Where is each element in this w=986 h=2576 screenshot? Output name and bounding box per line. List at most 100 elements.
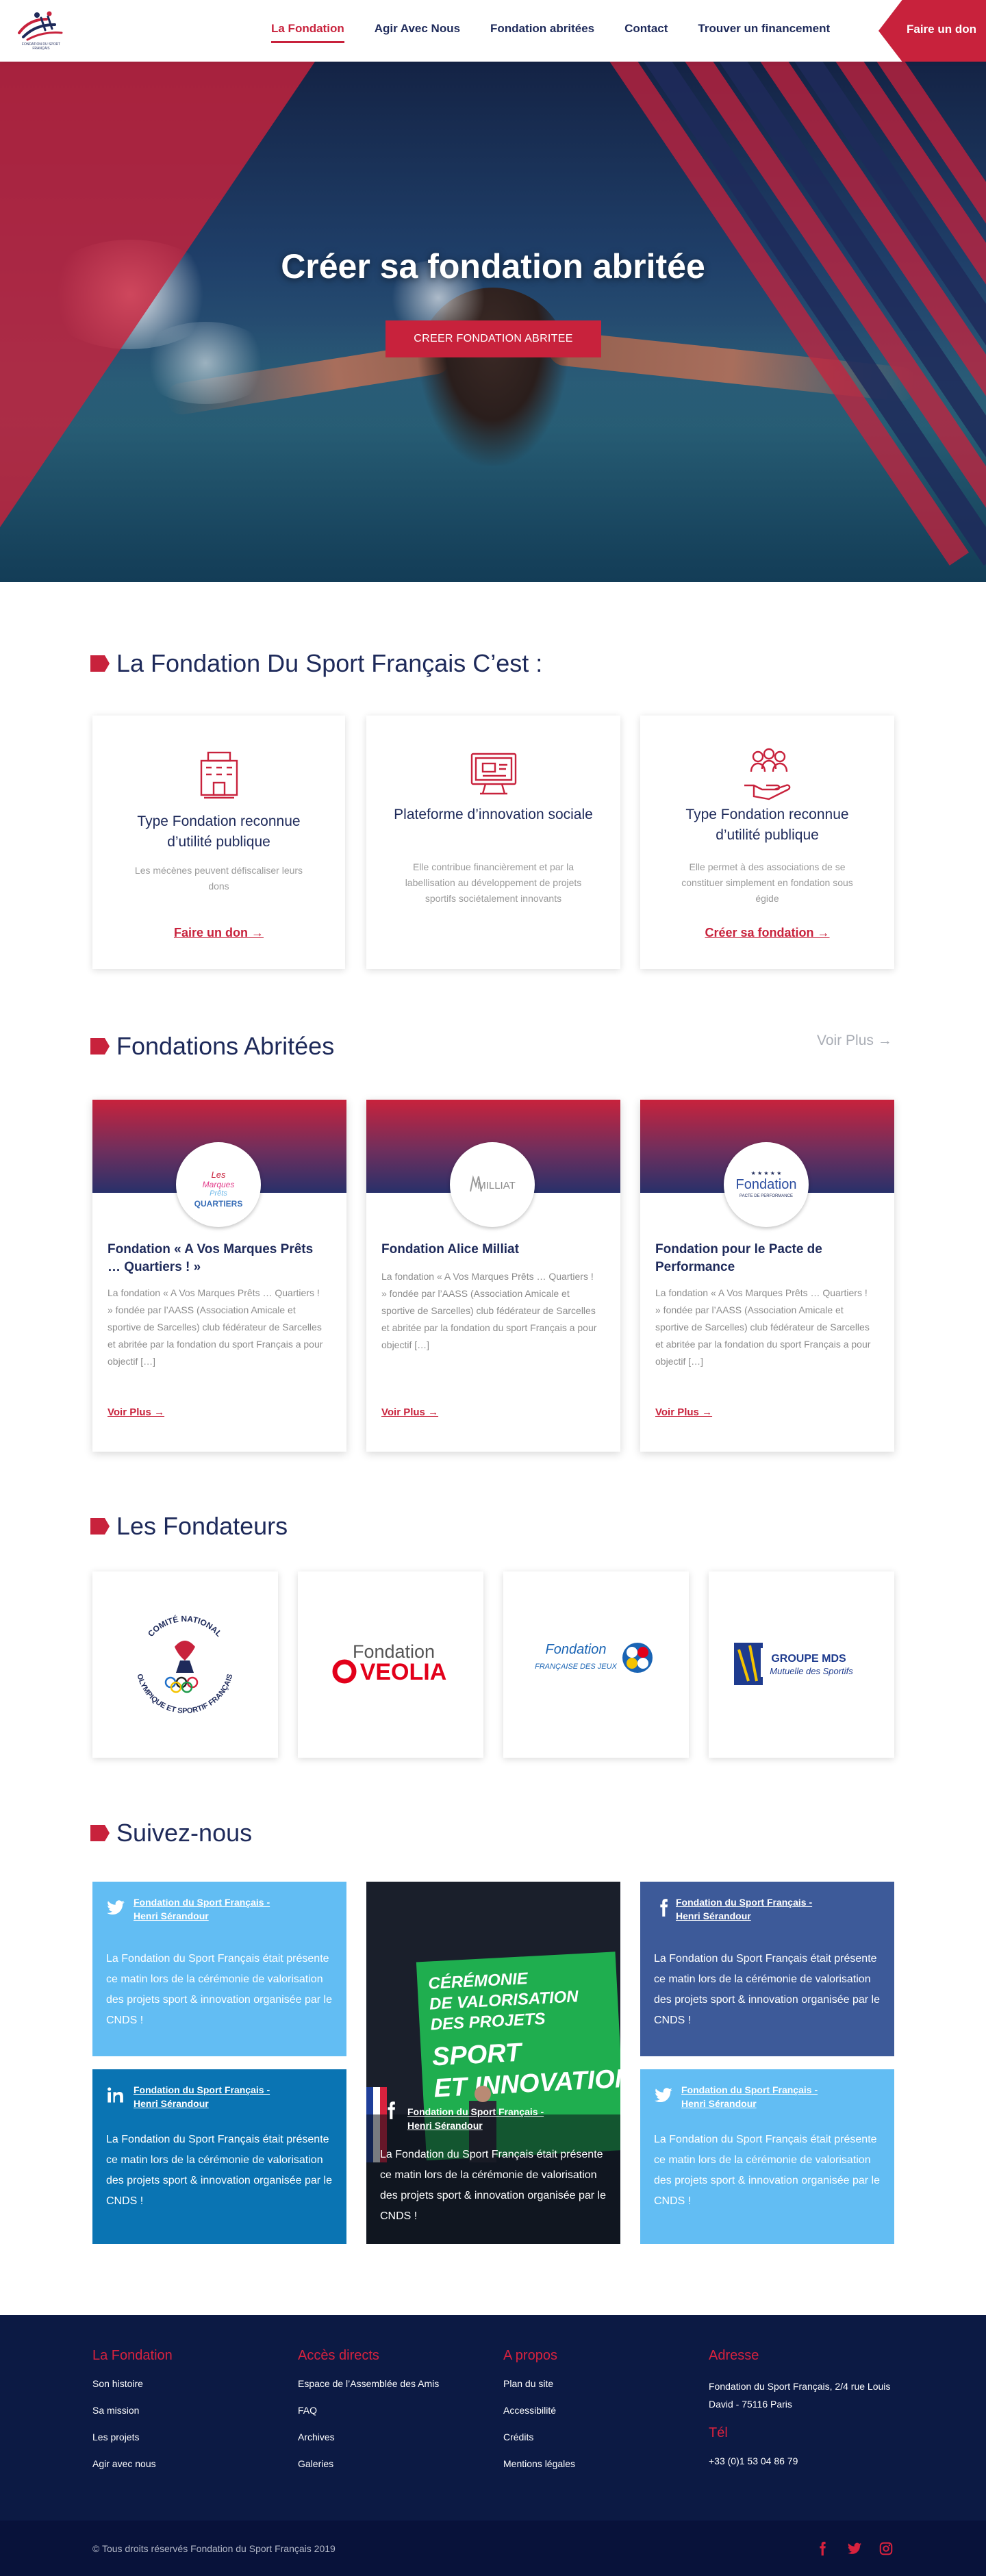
- svg-text:Fondation: Fondation: [546, 1642, 607, 1657]
- footer-link[interactable]: Plan du site: [503, 2377, 702, 2390]
- social-post-facebook[interactable]: Fondation du Sport Français - Henri Séra…: [640, 1882, 894, 2056]
- footer-link[interactable]: Son histoire: [92, 2377, 291, 2390]
- foundation-card[interactable]: Les Marques Prêts QUARTIERS Fondation « …: [92, 1100, 346, 1452]
- svg-text:PACTE DE PERFORMANCE: PACTE DE PERFORMANCE: [740, 1194, 793, 1198]
- social-post-author[interactable]: Fondation du Sport Français - Henri Séra…: [134, 1895, 284, 1923]
- footer-col-title: A propos: [503, 2348, 557, 2363]
- social-post-twitter[interactable]: Fondation du Sport Français - Henri Séra…: [640, 2069, 894, 2244]
- svg-text:Fondation: Fondation: [736, 1177, 797, 1192]
- footer-link[interactable]: Agir avec nous: [92, 2458, 291, 2471]
- section-title-social: Suivez-nous: [90, 1819, 252, 1847]
- svg-text:Mutuelle des Sportifs: Mutuelle des Sportifs: [770, 1666, 853, 1676]
- main-nav: La Fondation Agir Avec Nous Fondation ab…: [271, 22, 860, 43]
- section-title-intro: La Fondation Du Sport Français C’est :: [90, 649, 542, 678]
- social-post-text: La Fondation du Sport Français était pré…: [380, 2149, 606, 2222]
- copyright: © Tous droits réservés Fondation du Spor…: [92, 2543, 336, 2554]
- footer-link[interactable]: Crédits: [503, 2431, 702, 2444]
- foundation-card-desc: La fondation « A Vos Marques Prêts … Qua…: [381, 1271, 597, 1350]
- twitter-icon: [107, 1900, 125, 1915]
- donate-button[interactable]: Faire un don: [878, 0, 986, 62]
- feature-card-title: Type Fondation reconnue d’utilité publiq…: [685, 807, 849, 843]
- feature-card: Type Fondation reconnue d’utilité publiq…: [92, 716, 345, 969]
- foundation-card-link[interactable]: Voir Plus →: [108, 1406, 164, 1418]
- svg-text:FRANÇAISE DES JEUX: FRANÇAISE DES JEUX: [535, 1663, 617, 1671]
- founder-logo-card[interactable]: Fondation FRANÇAISE DES JEUX: [503, 1571, 689, 1758]
- nav-item-agir-avec-nous[interactable]: Agir Avec Nous: [375, 22, 460, 43]
- social-post-author[interactable]: Fondation du Sport Français - Henri Séra…: [134, 2083, 284, 2110]
- flag-icon: [90, 1038, 110, 1055]
- svg-text:SPORT: SPORT: [431, 2038, 524, 2072]
- computer-screen-icon: [470, 753, 516, 795]
- nav-item-contact[interactable]: Contact: [624, 22, 668, 43]
- social-post-author[interactable]: Fondation du Sport Français - Henri Séra…: [676, 1895, 826, 1923]
- footer-col-fondation: La Fondation Son histoire Sa mission Les…: [92, 2348, 291, 2484]
- hero-banner: Créer sa fondation abritée CREER FONDATI…: [0, 62, 986, 582]
- foundation-card-name: Fondation Alice Milliat: [381, 1242, 519, 1257]
- footer-link[interactable]: Les projets: [92, 2431, 291, 2444]
- footer-link[interactable]: Mentions légales: [503, 2458, 702, 2471]
- foundation-card-link[interactable]: Voir Plus →: [381, 1406, 438, 1418]
- founder-logo-card[interactable]: GROUPE MDS Mutuelle des Sportifs: [709, 1571, 894, 1758]
- section-title-text: Fondations Abritées: [116, 1032, 335, 1060]
- section-title-hosted: Fondations Abritées: [90, 1032, 334, 1061]
- section-title-text: Suivez-nous: [116, 1819, 253, 1847]
- foundation-logo-art: ★ ★ ★ ★ ★ Fondation PACTE DE PERFORMANCE: [736, 1170, 797, 1198]
- nav-item-la-fondation[interactable]: La Fondation: [271, 22, 344, 43]
- feature-card-desc: Les mécènes peuvent défiscaliser leurs d…: [134, 865, 303, 892]
- footer-bottom-bar: © Tous droits réservés Fondation du Spor…: [0, 2521, 986, 2576]
- svg-text:★ ★ ★ ★ ★: ★ ★ ★ ★ ★: [751, 1170, 782, 1176]
- twitter-icon[interactable]: [847, 2541, 862, 2556]
- site-footer: La Fondation Son histoire Sa mission Les…: [0, 2315, 986, 2576]
- footer-link[interactable]: Accessibilité: [503, 2404, 702, 2417]
- foundation-logo: ★ ★ ★ ★ ★ Fondation PACTE DE PERFORMANCE: [724, 1142, 809, 1227]
- svg-text:Prêts: Prêts: [210, 1189, 227, 1198]
- footer-col-apropos: A propos Plan du site Accessibilité Créd…: [503, 2348, 702, 2484]
- feature-card-desc: Elle contribue financièrement et par la …: [405, 861, 582, 904]
- footer-link[interactable]: Galeries: [298, 2458, 496, 2471]
- facebook-icon: [388, 2101, 396, 2119]
- footer-link[interactable]: Archives: [298, 2431, 496, 2444]
- footer-link[interactable]: Espace de l’Assemblée des Amis: [298, 2377, 496, 2390]
- footer-col-acces: Accès directs Espace de l’Assemblée des …: [298, 2348, 496, 2484]
- social-post-author[interactable]: Fondation du Sport Français - Henri Séra…: [681, 2083, 832, 2110]
- footer-phone: +33 (0)1 53 04 86 79: [709, 2455, 798, 2466]
- social-post-author[interactable]: Fondation du Sport Français - Henri Séra…: [407, 2105, 558, 2132]
- social-post-facebook-image[interactable]: CÉRÉMONIE DE VALORISATION DES PROJETS SP…: [366, 1882, 620, 2244]
- social-post-text: La Fondation du Sport Français était pré…: [106, 1953, 332, 2026]
- hero-splash: [137, 322, 274, 404]
- founder-logo-card[interactable]: COMITÉ NATIONAL OLYMPIQUE ET SPORTIF FRA…: [92, 1571, 278, 1758]
- nav-item-trouver-financement[interactable]: Trouver un financement: [698, 22, 830, 43]
- see-more-link[interactable]: Voir Plus →: [817, 1033, 892, 1049]
- social-post-twitter[interactable]: Fondation du Sport Français - Henri Séra…: [92, 1882, 346, 2056]
- feature-card: Plateforme d’innovation sociale Elle con…: [366, 716, 620, 969]
- people-hand-icon: [744, 748, 790, 800]
- fdj-logo: Fondation FRANÇAISE DES JEUX: [535, 1642, 653, 1673]
- footer-address: Fondation du Sport Français, 2/4 rue Lou…: [709, 2381, 891, 2410]
- hero-title: Créer sa fondation abritée: [281, 247, 705, 286]
- foundation-logo-art: MILLIAT: [470, 1175, 516, 1192]
- foundation-card[interactable]: MILLIAT Fondation Alice Milliat La fonda…: [366, 1100, 620, 1452]
- svg-text:Marques: Marques: [203, 1180, 235, 1189]
- social-post-linkedin[interactable]: Fondation du Sport Français - Henri Séra…: [92, 2069, 346, 2244]
- nav-item-fondation-abritees[interactable]: Fondation abritées: [490, 22, 594, 43]
- footer-col-title: Tél: [709, 2425, 728, 2440]
- social-post-text: La Fondation du Sport Français était pré…: [654, 1953, 880, 2026]
- feature-card-link[interactable]: Créer sa fondation →: [640, 926, 894, 940]
- facebook-icon[interactable]: [815, 2541, 830, 2556]
- footer-col-title: Adresse: [709, 2348, 759, 2363]
- site-logo[interactable]: FONDATION DU SPORT FRANÇAIS: [14, 10, 68, 52]
- feature-card-title: Type Fondation reconnue d’utilité publiq…: [137, 813, 301, 850]
- footer-link[interactable]: FAQ: [298, 2404, 496, 2417]
- foundation-card[interactable]: ★ ★ ★ ★ ★ Fondation PACTE DE PERFORMANCE…: [640, 1100, 894, 1452]
- feature-card-link[interactable]: Faire un don →: [92, 926, 345, 940]
- foundation-logo: Les Marques Prêts QUARTIERS: [176, 1142, 261, 1227]
- feature-card: Type Fondation reconnue d’utilité publiq…: [640, 716, 894, 969]
- foundation-card-link[interactable]: Voir Plus →: [655, 1406, 712, 1418]
- foundation-card-name: Fondation pour le Pacte de Performance: [655, 1242, 822, 1274]
- instagram-icon[interactable]: [878, 2541, 894, 2556]
- founder-logo-card[interactable]: Fondation VEOLIA: [298, 1571, 483, 1758]
- footer-link[interactable]: Sa mission: [92, 2404, 291, 2417]
- create-foundation-button[interactable]: CREER FONDATION ABRITEE: [385, 320, 601, 357]
- section-title-text: La Fondation Du Sport Français C’est :: [116, 649, 543, 677]
- foundation-card-name: Fondation « A Vos Marques Prêts … Quarti…: [108, 1242, 314, 1274]
